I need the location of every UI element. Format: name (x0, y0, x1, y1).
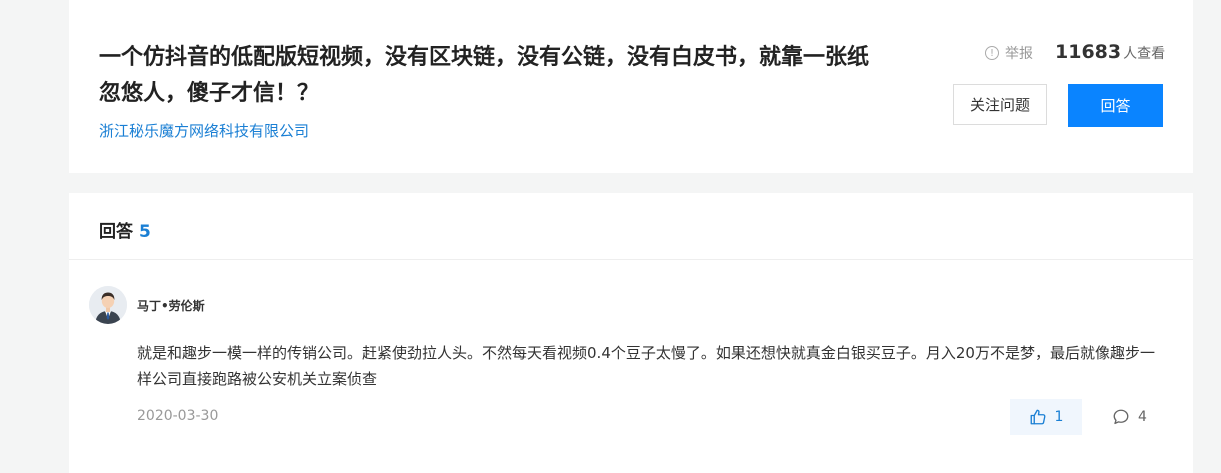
divider (69, 259, 1193, 260)
report-label: 举报 (1005, 46, 1033, 62)
thumbs-up-icon (1030, 409, 1045, 425)
question-company-link[interactable]: 浙江秘乐魔方网络科技有限公司 (99, 120, 309, 141)
question-title: 一个仿抖音的低配版短视频，没有区块链，没有公链，没有白皮书，就靠一张纸忽悠人，傻… (99, 45, 870, 106)
answer-date: 2020-03-30 (137, 408, 219, 424)
view-counter: 11683 人查看 (1055, 41, 1165, 63)
comment-icon (1113, 409, 1129, 425)
answer-button[interactable]: 回答 (1068, 84, 1163, 127)
answer-body: 就是和趣步一模一样的传销公司。赶紧使劲拉人头。不然每天看视频0.4个豆子太慢了。… (137, 344, 1155, 388)
view-suffix: 人查看 (1123, 46, 1166, 62)
answers-header: 回答 5 (99, 217, 151, 242)
answer-author[interactable]: 马丁•劳伦斯 (137, 297, 205, 314)
answers-count: 5 (139, 222, 151, 242)
answers-card: 回答 5 马丁•劳伦斯 就是和趣步一模一样的传销公司。赶紧使劲拉人头。不然每天看视… (69, 193, 1193, 473)
like-button[interactable]: 1 (1010, 399, 1082, 435)
question-card: 一个仿抖音的低配版短视频，没有区块链，没有公链，没有白皮书，就靠一张纸忽悠人，傻… (69, 0, 1193, 173)
comment-count: 4 (1138, 409, 1147, 425)
info-circle-icon: ! (985, 46, 999, 60)
report-button[interactable]: ! 举报 (985, 43, 1033, 63)
avatar-icon (89, 286, 127, 324)
follow-question-button[interactable]: 关注问题 (953, 84, 1047, 125)
answers-header-label: 回答 (99, 222, 133, 242)
view-count: 11683 (1055, 41, 1122, 63)
comment-button[interactable]: 4 (1112, 399, 1147, 435)
like-count: 1 (1054, 409, 1064, 425)
avatar[interactable] (89, 286, 127, 324)
